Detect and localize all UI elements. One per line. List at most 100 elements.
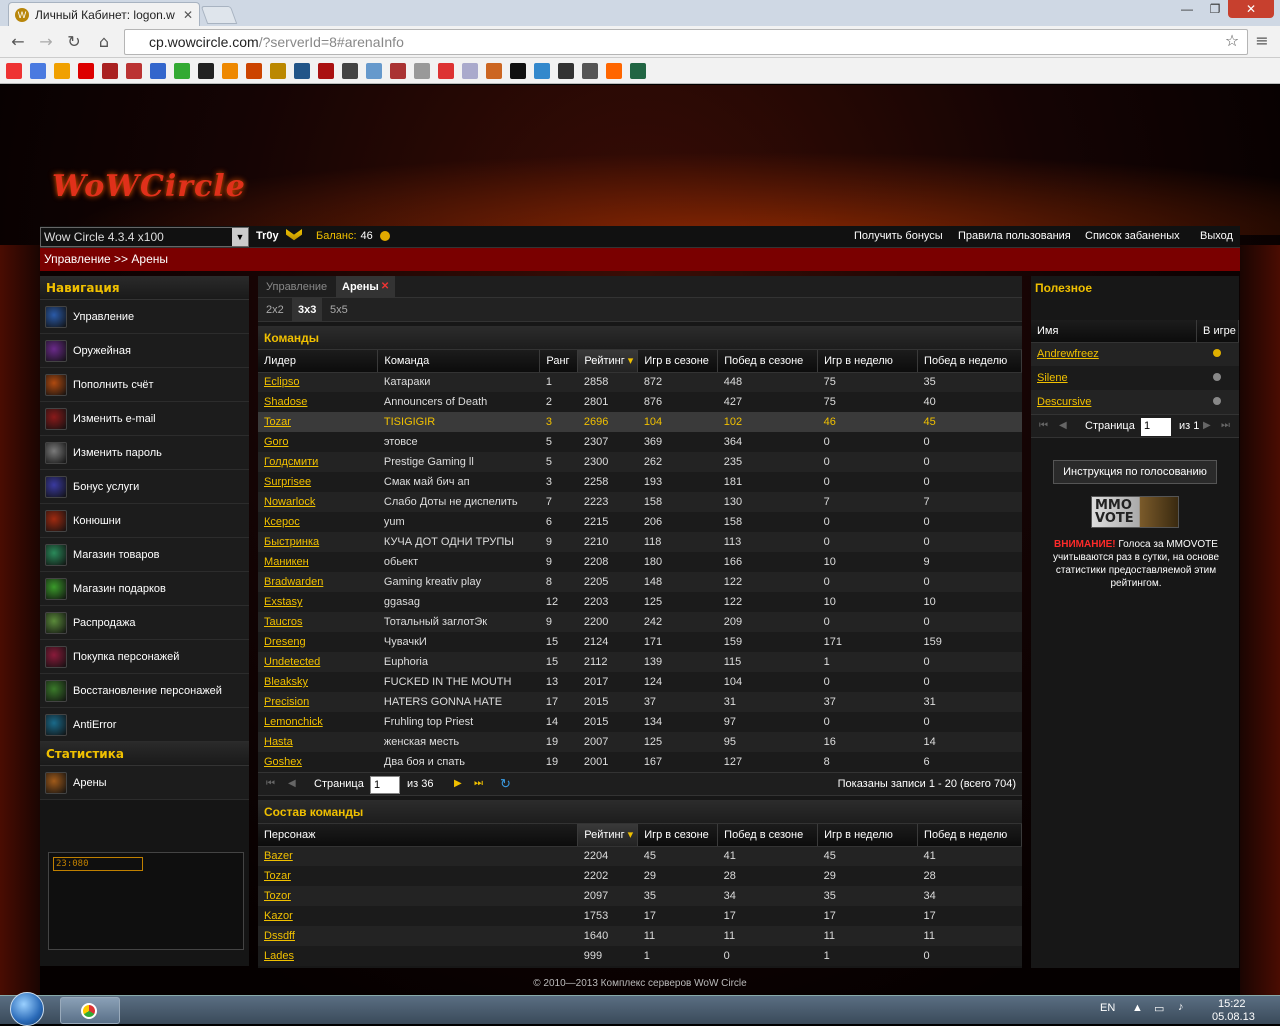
bookmark-icon[interactable] bbox=[582, 62, 598, 79]
first-page-icon[interactable]: ⏮ bbox=[1039, 420, 1048, 431]
tab-close-icon[interactable]: ✕ bbox=[183, 8, 193, 22]
column-header[interactable]: Рейтинг ▾ bbox=[577, 824, 639, 847]
bookmark-icon[interactable] bbox=[270, 62, 286, 79]
character-link[interactable]: Lades bbox=[264, 950, 294, 962]
voting-guide-button[interactable]: Инструкция по голосованию bbox=[1053, 460, 1217, 484]
tab-arenas[interactable]: Арены ✕ bbox=[336, 276, 396, 298]
table-cell[interactable]: Descursive bbox=[1031, 390, 1197, 414]
table-cell[interactable]: Goshex bbox=[258, 752, 378, 772]
bookmark-icon[interactable] bbox=[174, 62, 190, 79]
table-cell[interactable]: Kazor bbox=[258, 906, 578, 926]
chevron-down-icon[interactable]: ▼ bbox=[232, 228, 248, 246]
column-header[interactable]: Команда bbox=[377, 350, 541, 373]
promo-banner[interactable]: 23:080 bbox=[48, 852, 244, 950]
column-header[interactable]: Лидер bbox=[258, 350, 379, 373]
bookmark-icon[interactable] bbox=[486, 62, 502, 79]
table-cell[interactable]: Nowarlock bbox=[258, 492, 378, 512]
bookmark-icon[interactable] bbox=[438, 62, 454, 79]
last-page-icon[interactable]: ⏭ bbox=[474, 778, 483, 789]
character-link[interactable]: Taucros bbox=[264, 616, 303, 628]
character-link[interactable]: Bazer bbox=[264, 850, 293, 862]
bookmark-icon[interactable] bbox=[318, 62, 334, 79]
banned-list-link[interactable]: Список забаненых bbox=[1085, 230, 1180, 242]
sidebar-item[interactable]: Распродажа bbox=[40, 606, 249, 640]
clock-time[interactable]: 15:22 bbox=[1218, 998, 1246, 1010]
table-cell[interactable]: Goro bbox=[258, 432, 378, 452]
bonuses-link[interactable]: Получить бонусы bbox=[854, 230, 943, 242]
sidebar-item[interactable]: Пополнить счёт bbox=[40, 368, 249, 402]
bookmark-icon[interactable] bbox=[558, 62, 574, 79]
character-link[interactable]: Маникен bbox=[264, 556, 309, 568]
table-row[interactable]: Bradwarden Gaming kreativ play 8 2205 148 122… bbox=[258, 572, 1022, 592]
bookmark-icon[interactable] bbox=[126, 62, 142, 79]
table-cell[interactable]: Tozor bbox=[258, 886, 578, 906]
table-cell[interactable]: Exstasy bbox=[258, 592, 378, 612]
table-cell[interactable]: Silene bbox=[1031, 366, 1197, 390]
refresh-icon[interactable]: ↻ bbox=[500, 776, 511, 792]
table-row[interactable]: Goro этовсе 5 2307 369 364 0 0 bbox=[258, 432, 1022, 452]
character-link[interactable]: Быстринка bbox=[264, 536, 319, 548]
minimize-button[interactable]: — bbox=[1172, 0, 1202, 18]
table-row[interactable]: Shadose Announcers of Death 2 2801 876 427 75 4… bbox=[258, 392, 1022, 412]
bookmark-icon[interactable] bbox=[366, 62, 382, 79]
chrome-taskbar-button[interactable] bbox=[60, 997, 120, 1024]
bookmark-icon[interactable] bbox=[390, 62, 406, 79]
bookmark-icon[interactable] bbox=[30, 62, 46, 79]
table-cell[interactable]: Undetected bbox=[258, 652, 378, 672]
character-link[interactable]: Undetected bbox=[264, 656, 320, 668]
table-cell[interactable]: Bazer bbox=[258, 846, 578, 866]
tab-2x2[interactable]: 2x2 bbox=[266, 298, 284, 322]
sidebar-item[interactable]: Магазин товаров bbox=[40, 538, 249, 572]
table-cell[interactable]: Голдсмити bbox=[258, 452, 378, 472]
bookmark-icon[interactable] bbox=[246, 62, 262, 79]
character-link[interactable]: Tozar bbox=[264, 870, 291, 882]
bookmark-icon[interactable] bbox=[414, 62, 430, 79]
character-link[interactable]: Dreseng bbox=[264, 636, 306, 648]
sidebar-item[interactable]: Бонус услуги bbox=[40, 470, 249, 504]
table-row[interactable]: Exstasy ggasag 12 2203 125 122 10 10 bbox=[258, 592, 1022, 612]
column-header[interactable]: Игр в неделю bbox=[817, 350, 919, 373]
table-row[interactable]: Быстринка КУЧА ДОТ ОДНИ ТРУПЫ 9 2210 118 113 0… bbox=[258, 532, 1022, 552]
table-row[interactable]: Tozar TISIGIGIR 3 2696 104 102 46 45 bbox=[258, 412, 1022, 432]
browser-tab[interactable]: W Личный Кабинет: logon.w ✕ bbox=[8, 2, 200, 26]
column-header[interactable]: Персонаж bbox=[258, 824, 579, 847]
table-cell[interactable]: Shadose bbox=[258, 392, 378, 412]
address-bar[interactable]: cp.wowcircle.com/?serverId=8#arenaInfo bbox=[124, 29, 1248, 55]
character-link[interactable]: Goshex bbox=[264, 756, 302, 768]
prev-page-icon[interactable]: ◀ bbox=[1059, 420, 1067, 431]
table-row[interactable]: Descursive bbox=[1031, 390, 1239, 414]
table-cell[interactable]: Маникен bbox=[258, 552, 378, 572]
table-cell[interactable]: Tozar bbox=[258, 866, 578, 886]
tab-management[interactable]: Управление bbox=[266, 276, 327, 298]
table-cell[interactable]: Lades bbox=[258, 946, 578, 966]
player-link[interactable]: Andrewfreez bbox=[1037, 348, 1099, 360]
clock-date[interactable]: 05.08.13 bbox=[1212, 1011, 1255, 1023]
back-icon[interactable]: ← bbox=[8, 32, 28, 52]
character-link[interactable]: Lemonchick bbox=[264, 716, 323, 728]
tray-expand-icon[interactable]: ▲ bbox=[1132, 1002, 1143, 1014]
bookmark-icon[interactable] bbox=[294, 62, 310, 79]
bookmark-icon[interactable] bbox=[78, 62, 94, 79]
bookmark-icon[interactable] bbox=[102, 62, 118, 79]
character-link[interactable]: Shadose bbox=[264, 396, 307, 408]
sidebar-item[interactable]: Оружейная bbox=[40, 334, 249, 368]
character-link[interactable]: Hasta bbox=[264, 736, 293, 748]
column-header[interactable]: Игр в сезоне bbox=[637, 350, 719, 373]
table-row[interactable]: Tozor 2097 35 34 35 34 bbox=[258, 886, 1022, 906]
forward-icon[interactable]: → bbox=[36, 32, 56, 52]
table-cell[interactable]: Tozar bbox=[258, 412, 378, 432]
column-header-in-game[interactable]: В игре bbox=[1196, 320, 1239, 343]
table-row[interactable]: Lades 999 1 0 1 0 bbox=[258, 946, 1022, 966]
table-cell[interactable]: Быстринка bbox=[258, 532, 378, 552]
bookmark-icon[interactable] bbox=[342, 62, 358, 79]
prev-page-icon[interactable]: ◀ bbox=[288, 778, 296, 789]
table-cell[interactable]: Eclipso bbox=[258, 372, 378, 392]
next-page-icon[interactable]: ▶ bbox=[1203, 420, 1211, 431]
character-link[interactable]: Goro bbox=[264, 436, 288, 448]
player-link[interactable]: Descursive bbox=[1037, 396, 1091, 408]
new-tab-button[interactable] bbox=[200, 6, 238, 24]
player-link[interactable]: Silene bbox=[1037, 372, 1068, 384]
character-link[interactable]: Tozor bbox=[264, 890, 291, 902]
character-link[interactable]: Surprisee bbox=[264, 476, 311, 488]
last-page-icon[interactable]: ⏭ bbox=[1221, 420, 1230, 431]
